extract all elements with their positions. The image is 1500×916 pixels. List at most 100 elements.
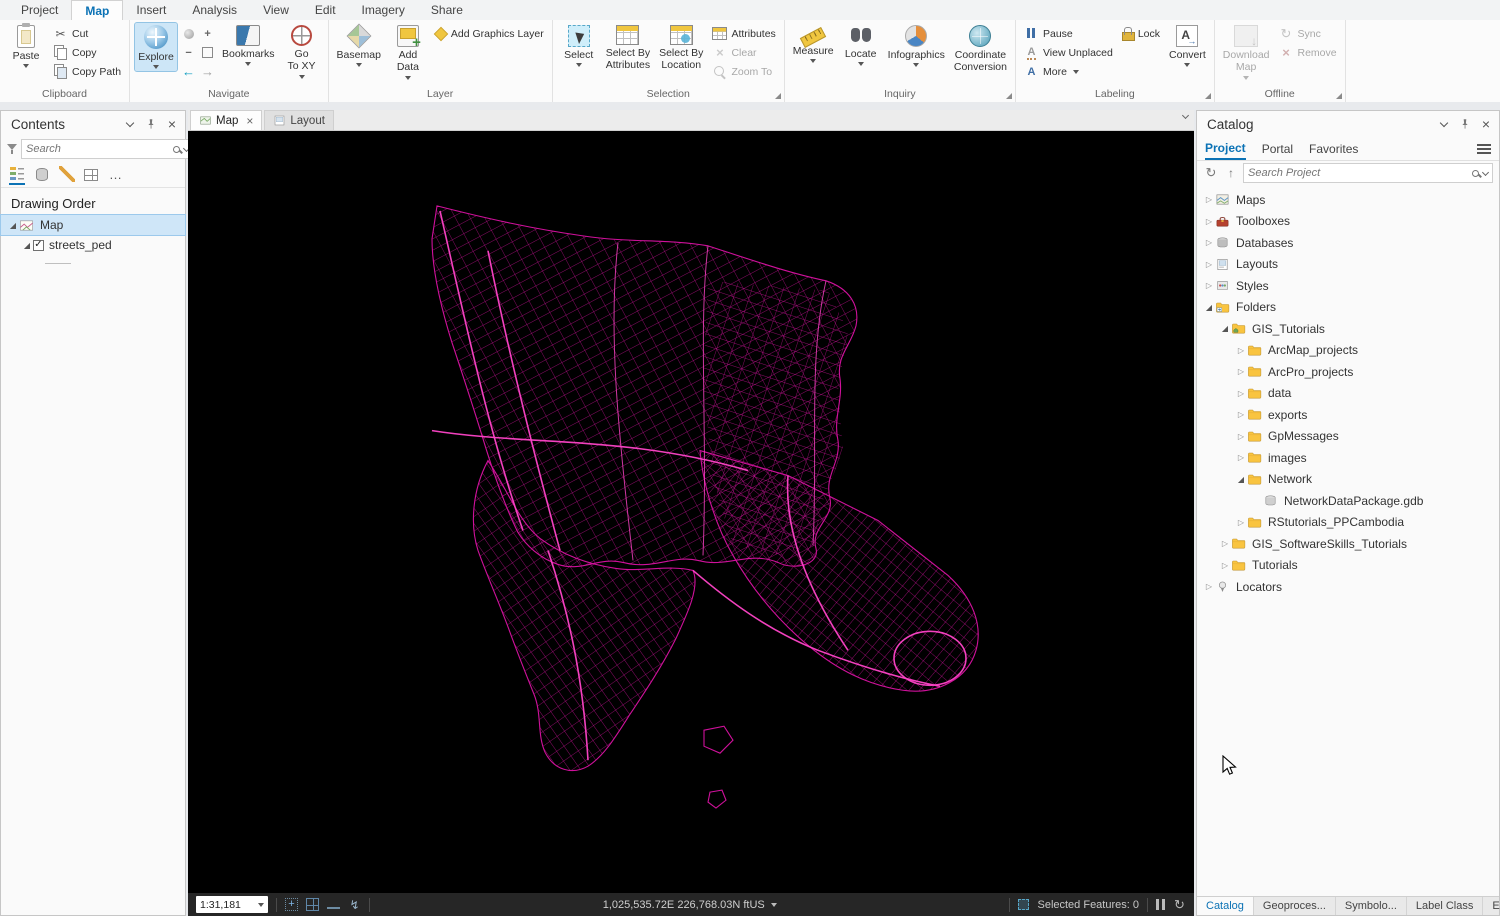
catalog-item-rstutorials-ppcambodia[interactable]: RStutorials_PPCambodia [1197,512,1499,534]
ribbon-tab-insert[interactable]: Insert [123,0,179,20]
expand-icon[interactable] [1203,260,1215,269]
catalog-tab-project[interactable]: Project [1205,137,1246,160]
button-basemap[interactable]: Basemap [334,23,384,69]
catalog-item-gis-softwareskills-tutorials[interactable]: GIS_SoftwareSkills_Tutorials [1197,533,1499,555]
expand-icon[interactable] [1235,367,1247,376]
refresh-icon[interactable] [1203,165,1219,181]
ribbon-tab-analysis[interactable]: Analysis [179,0,250,20]
catalog-item-tutorials[interactable]: Tutorials [1197,555,1499,577]
button-measure[interactable]: Measure [790,23,837,65]
catalog-item-networkdatapackage-gdb[interactable]: NetworkDataPackage.gdb [1197,490,1499,512]
menu-icon[interactable] [1477,143,1491,154]
button-fixed-zoom-in[interactable] [199,25,216,42]
catalog-item-layouts[interactable]: Layouts [1197,254,1499,276]
map-scale-select[interactable] [196,896,268,913]
list-by-drawing-order-button[interactable] [9,165,25,185]
pause-drawing-icon[interactable] [1156,899,1165,910]
catalog-item-data[interactable]: data [1197,383,1499,405]
expand-icon[interactable] [1203,195,1215,204]
button-add-data[interactable]: Add Data [387,23,429,82]
refresh-map-icon[interactable] [1173,898,1186,911]
expand-icon[interactable] [1235,453,1247,462]
button-select-by-attributes[interactable]: Select By Attributes [603,23,653,74]
navigate-up-icon[interactable] [1223,165,1239,181]
collapse-icon[interactable] [1203,303,1215,312]
expand-icon[interactable] [1203,238,1215,247]
ribbon-tab-share[interactable]: Share [418,0,476,20]
catalog-item-images[interactable]: images [1197,447,1499,469]
close-tab-icon[interactable] [246,114,253,128]
button-more[interactable]: More [1021,63,1116,80]
button-add-graphics-layer[interactable]: Add Graphics Layer [432,25,547,42]
pin-icon[interactable] [1458,117,1472,131]
button-fixed-zoom-out[interactable] [180,44,197,61]
catalog-item-arcpro-projects[interactable]: ArcPro_projects [1197,361,1499,383]
button-full-extent[interactable] [180,25,197,42]
expand-icon[interactable] [1203,281,1215,290]
button-download-map[interactable]: Download Map [1220,23,1273,82]
catalog-item-databases[interactable]: Databases [1197,232,1499,254]
expand-icon[interactable] [1235,389,1247,398]
collapse-icon[interactable] [1219,324,1231,333]
catalog-item-locators[interactable]: Locators [1197,576,1499,598]
catalog-tab-favorites[interactable]: Favorites [1309,137,1358,160]
dialog-launcher-icon[interactable] [1335,93,1342,99]
collapse-icon[interactable] [7,221,19,230]
button-infographics[interactable]: Infographics [885,23,948,69]
button-copy-path[interactable]: Copy Path [50,63,124,80]
dock-tab-geoproces[interactable]: Geoproces... [1254,897,1336,915]
map-scale-input[interactable] [200,898,255,911]
button-remove[interactable]: Remove [1276,44,1340,61]
expand-icon[interactable] [1219,561,1231,570]
expand-icon[interactable] [1203,217,1215,226]
button-sync[interactable]: Sync [1276,25,1340,42]
catalog-item-folders[interactable]: Folders [1197,297,1499,319]
close-icon[interactable] [165,117,179,131]
grid-icon[interactable] [306,898,319,911]
expand-icon[interactable] [1235,432,1247,441]
button-zoom-to[interactable]: Zoom To [709,63,778,80]
view-tab-layout[interactable]: Layout [264,110,334,130]
dock-tab-label-class[interactable]: Label Class [1407,897,1484,915]
button-cut[interactable]: Cut [50,25,124,42]
collapse-icon[interactable] [21,241,33,250]
button-copy[interactable]: Copy [50,44,124,61]
close-icon[interactable] [1479,117,1493,131]
tab-list-chevron-icon[interactable] [1181,111,1190,120]
catalog-item-gis-tutorials[interactable]: GIS_Tutorials [1197,318,1499,340]
button-pause[interactable]: Pause [1021,25,1116,42]
catalog-item-network[interactable]: Network [1197,469,1499,491]
pin-icon[interactable] [144,117,158,131]
map-canvas[interactable] [188,131,1194,893]
catalog-item-toolboxes[interactable]: Toolboxes [1197,211,1499,233]
ribbon-tab-project[interactable]: Project [8,0,71,20]
collapse-icon[interactable] [1235,475,1247,484]
button-prev-extent[interactable] [180,63,197,80]
expand-icon[interactable] [1203,582,1215,591]
button-view-unplaced[interactable]: View Unplaced [1021,44,1116,61]
expand-icon[interactable] [1235,346,1247,355]
contents-item-streets-ped[interactable]: streets_ped [1,235,185,255]
catalog-item-arcmap-projects[interactable]: ArcMap_projects [1197,340,1499,362]
button-lock[interactable]: Lock [1119,25,1163,42]
line-symbol-swatch[interactable] [45,262,71,264]
button-clear[interactable]: Clear [709,44,778,61]
list-by-labeling-button[interactable] [84,167,98,183]
expand-icon[interactable] [1219,539,1231,548]
list-by-data-source-button[interactable] [34,167,50,184]
catalog-item-styles[interactable]: Styles [1197,275,1499,297]
coordinates-widget[interactable]: 1,025,535.72E 226,768.03N ftUS [378,899,1001,911]
dialog-launcher-icon[interactable] [1005,93,1012,99]
button-coordinate-conversion[interactable]: Coordinate Conversion [951,23,1010,76]
layer-visibility-checkbox[interactable] [33,239,44,251]
contents-item-map[interactable]: Map [0,214,186,236]
button-select-by-location[interactable]: Select By Location [656,23,706,74]
list-by-editing-button[interactable] [59,166,75,184]
ribbon-tab-view[interactable]: View [250,0,302,20]
dock-tab-catalog[interactable]: Catalog [1197,897,1254,915]
snapping-icon[interactable] [285,898,298,911]
ribbon-tab-edit[interactable]: Edit [302,0,349,20]
catalog-search-input[interactable] [1248,167,1468,179]
ribbon-tab-imagery[interactable]: Imagery [349,0,418,20]
button-next-extent[interactable] [199,63,216,80]
